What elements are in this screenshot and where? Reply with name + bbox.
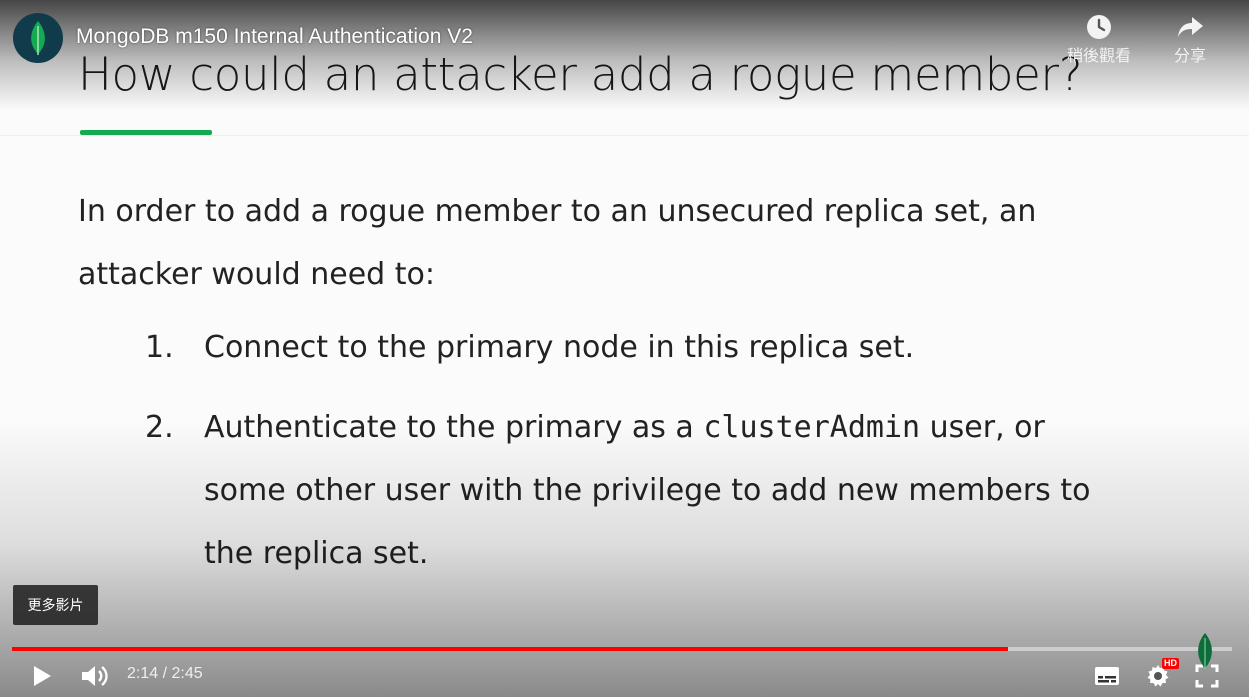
play-icon bbox=[34, 666, 51, 686]
time-display: 2:14 / 2:45 bbox=[127, 665, 203, 682]
list-text-before: Authenticate to the primary as a bbox=[204, 410, 704, 445]
slide-divider bbox=[0, 135, 1249, 136]
slide: How could an attacker add a rogue member… bbox=[0, 0, 1249, 697]
mongodb-leaf-icon bbox=[31, 21, 45, 55]
play-button[interactable] bbox=[26, 660, 58, 692]
video-title[interactable]: MongoDB m150 Internal Authentication V2 bbox=[76, 25, 473, 49]
hd-badge: HD bbox=[1162, 658, 1179, 669]
mongodb-leaf-icon bbox=[1198, 633, 1212, 669]
clock-icon bbox=[1087, 15, 1111, 39]
mongodb-leaf-watermark bbox=[1194, 632, 1216, 674]
channel-avatar[interactable] bbox=[13, 13, 63, 63]
more-videos-button[interactable]: 更多影片 bbox=[13, 585, 98, 625]
list-text: Connect to the primary node in this repl… bbox=[204, 330, 915, 365]
progress-bar[interactable] bbox=[12, 647, 1232, 651]
share-button[interactable]: 分享 bbox=[1145, 14, 1235, 66]
volume-button[interactable] bbox=[78, 660, 112, 692]
code-term: clusterAdmin bbox=[703, 410, 921, 445]
slide-intro: In order to add a rogue member to an uns… bbox=[78, 194, 1037, 292]
settings-button[interactable]: HD bbox=[1143, 658, 1179, 690]
progress-played bbox=[12, 647, 1008, 651]
list-text: Authenticate to the primary as a cluster… bbox=[204, 396, 1134, 585]
subtitles-button[interactable] bbox=[1092, 662, 1122, 690]
watch-later-label: 稍後觀看 bbox=[1066, 46, 1131, 65]
slide-title: How could an attacker add a rogue member… bbox=[78, 48, 1083, 101]
list-number: 2. bbox=[145, 410, 174, 445]
volume-icon bbox=[82, 666, 108, 686]
share-arrow-icon bbox=[1178, 17, 1203, 37]
subtitles-icon bbox=[1095, 667, 1119, 685]
list-number: 1. bbox=[145, 330, 174, 365]
watch-later-button[interactable]: 稍後觀看 bbox=[1054, 14, 1144, 66]
share-label: 分享 bbox=[1173, 46, 1206, 65]
